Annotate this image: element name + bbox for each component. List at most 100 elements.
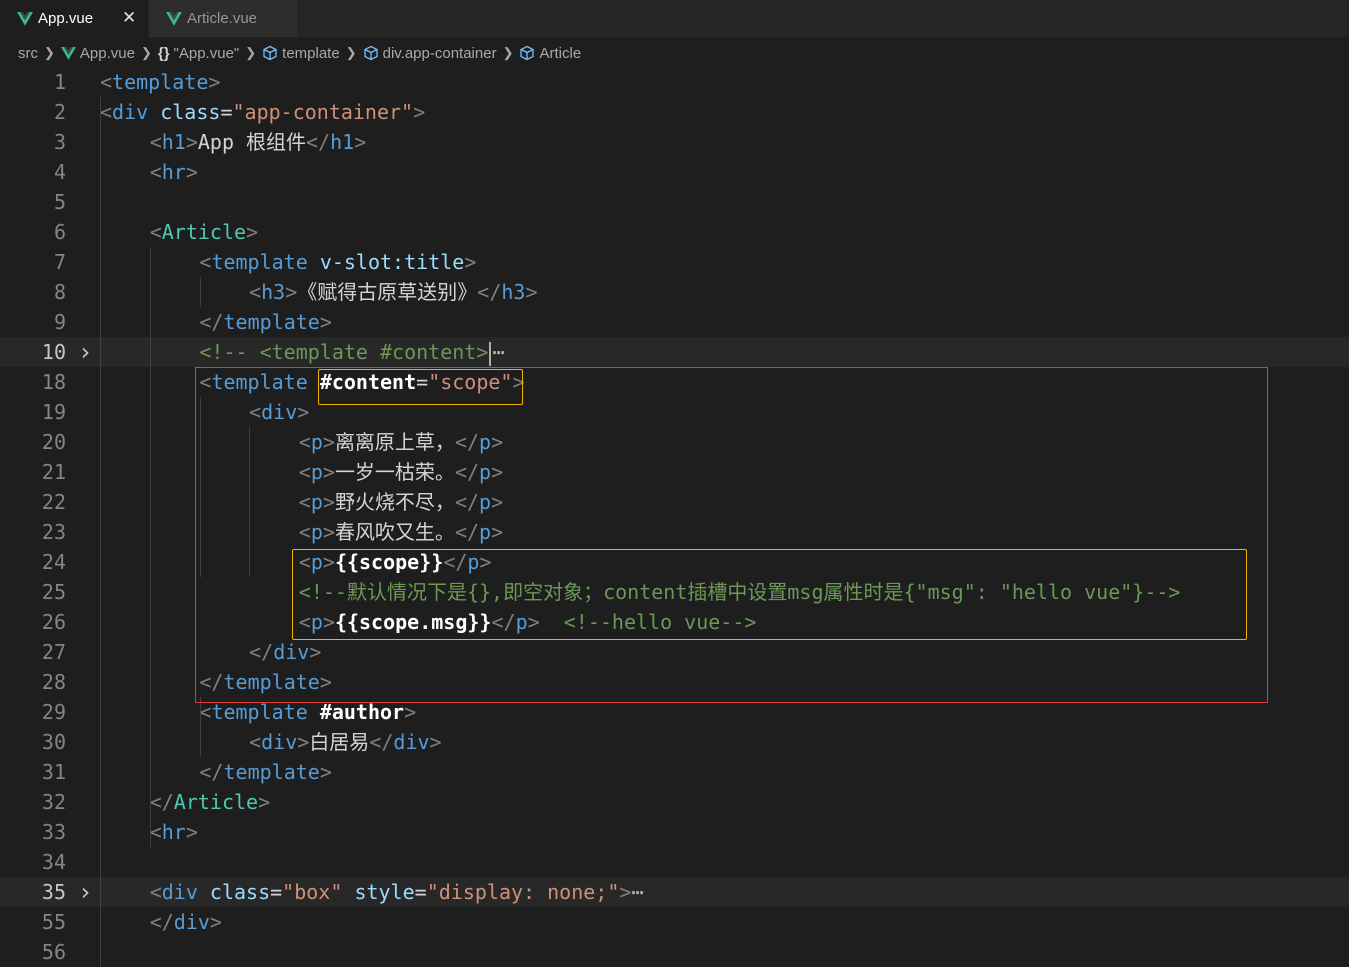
line-number: 5 <box>53 190 66 214</box>
code-text: </template> <box>199 307 331 337</box>
code-line[interactable]: 32 </Article> <box>0 787 1349 817</box>
code-token: "app-container" <box>232 100 414 124</box>
chevron-right-icon: ❯ <box>140 45 152 60</box>
breadcrumb-item[interactable]: App.vue <box>60 45 135 62</box>
code-token: style <box>354 880 415 904</box>
cube-icon <box>262 45 278 61</box>
breadcrumb: src ❯ App.vue ❯ {} "App.vue" ❯ template ❯ div.app… <box>0 38 1349 68</box>
code-token: > <box>285 280 298 304</box>
cube-icon <box>363 45 379 61</box>
code-token: > <box>185 130 198 154</box>
code-token: = <box>414 880 427 904</box>
code-token: < <box>149 160 162 184</box>
chevron-right-icon: ❯ <box>44 45 55 60</box>
line-number: 10 <box>41 340 66 364</box>
code-token: div <box>173 910 210 934</box>
code-token: 白居易 <box>309 730 370 754</box>
line-number: 7 <box>53 250 66 274</box>
code-text: <Article> <box>150 217 258 247</box>
code-line[interactable]: 30 <div>白居易</div> <box>0 727 1349 757</box>
code-text: <hr> <box>150 817 198 847</box>
code-line[interactable]: 10 › <!-- <template #content> ⋯ <box>0 337 1349 367</box>
code-line[interactable]: 55 </div> <box>0 907 1349 937</box>
vue-icon <box>60 46 76 60</box>
close-icon[interactable]: ✕ <box>122 8 136 28</box>
code-line[interactable]: 5 <box>0 187 1349 217</box>
line-number: 29 <box>41 700 66 724</box>
code-text: <div class="box" style="display: none;">… <box>150 877 644 907</box>
code-token: > <box>525 280 538 304</box>
code-line[interactable]: 33 <hr> <box>0 817 1349 847</box>
code-line[interactable]: 1 <template> <box>0 67 1349 97</box>
ellipsis-icon[interactable]: ⋯ <box>631 880 643 904</box>
breadcrumb-item[interactable]: {} "App.vue" <box>158 45 239 62</box>
code-line[interactable]: 35 › <div class="box" style="display: none… <box>0 877 1349 907</box>
code-token: </ <box>306 130 331 154</box>
code-token: < <box>100 100 113 124</box>
code-token: > <box>258 790 271 814</box>
code-line[interactable]: 8 <h3>《赋得古原草送别》</h3> <box>0 277 1349 307</box>
code-token: > <box>404 700 417 724</box>
code-token: v-slot:title <box>319 250 465 274</box>
line-number: 18 <box>41 370 66 394</box>
code-token: template <box>112 70 209 94</box>
code-token: div <box>161 880 198 904</box>
breadcrumb-item[interactable]: src <box>18 45 38 62</box>
code-token: < <box>199 700 212 724</box>
code-line[interactable]: 6 <Article> <box>0 217 1349 247</box>
highlight-box-yellow <box>292 549 1247 640</box>
fold-chevron-icon[interactable]: › <box>78 877 92 907</box>
tab-app-vue[interactable]: App.vue ✕ <box>0 0 148 37</box>
code-line[interactable]: 56 <box>0 937 1349 967</box>
code-token: > <box>208 70 221 94</box>
code-line[interactable]: 31 </template> <box>0 757 1349 787</box>
code-token: > <box>619 880 632 904</box>
code-token: > <box>413 100 426 124</box>
breadcrumb-item[interactable]: div.app-container <box>363 45 497 62</box>
code-line[interactable]: 4 <hr> <box>0 157 1349 187</box>
line-number: 31 <box>41 760 66 784</box>
indent-guide <box>100 97 101 967</box>
code-token: = <box>270 880 283 904</box>
line-number: 26 <box>41 610 66 634</box>
code-token: > <box>429 730 442 754</box>
line-number: 30 <box>41 730 66 754</box>
highlight-box-yellow <box>318 369 523 405</box>
code-line[interactable]: 7 <template v-slot:title> <box>0 247 1349 277</box>
code-token: #author <box>319 700 405 724</box>
ellipsis-icon[interactable]: ⋯ <box>492 340 504 364</box>
code-token: class <box>160 100 221 124</box>
code-token: < <box>149 220 162 244</box>
code-token: div <box>112 100 149 124</box>
line-number: 21 <box>41 460 66 484</box>
vue-icon <box>166 11 182 26</box>
code-token: < <box>149 820 162 844</box>
line-number: 8 <box>53 280 66 304</box>
code-token: > <box>319 760 332 784</box>
code-token: > <box>185 820 198 844</box>
cube-icon <box>519 45 535 61</box>
code-text: <h3>《赋得古原草送别》</h3> <box>249 277 537 307</box>
chevron-right-icon: ❯ <box>345 45 357 60</box>
indent-guide <box>200 697 201 757</box>
line-number: 20 <box>41 430 66 454</box>
code-token: > <box>185 160 198 184</box>
line-number: 9 <box>53 310 66 334</box>
code-line[interactable]: 9 </template> <box>0 307 1349 337</box>
breadcrumb-item[interactable]: Article <box>519 45 581 62</box>
line-number: 4 <box>53 160 66 184</box>
breadcrumb-item[interactable]: template <box>262 45 340 62</box>
tab-article-vue[interactable]: Article.vue <box>149 0 297 37</box>
code-token: h3 <box>501 280 526 304</box>
fold-chevron-icon[interactable]: › <box>78 337 92 367</box>
line-number: 1 <box>53 70 66 94</box>
code-text: <div>白居易</div> <box>249 727 441 757</box>
code-token: h1 <box>161 130 186 154</box>
code-line[interactable]: 3 <h1>App 根组件</h1> <box>0 127 1349 157</box>
code-line[interactable]: 2 <div class="app-container"> <box>0 97 1349 127</box>
line-number: 34 <box>41 850 66 874</box>
code-editor[interactable]: 1 <template> 2 <div class="app-container"> 3… <box>0 67 1349 967</box>
code-line[interactable]: 34 <box>0 847 1349 877</box>
